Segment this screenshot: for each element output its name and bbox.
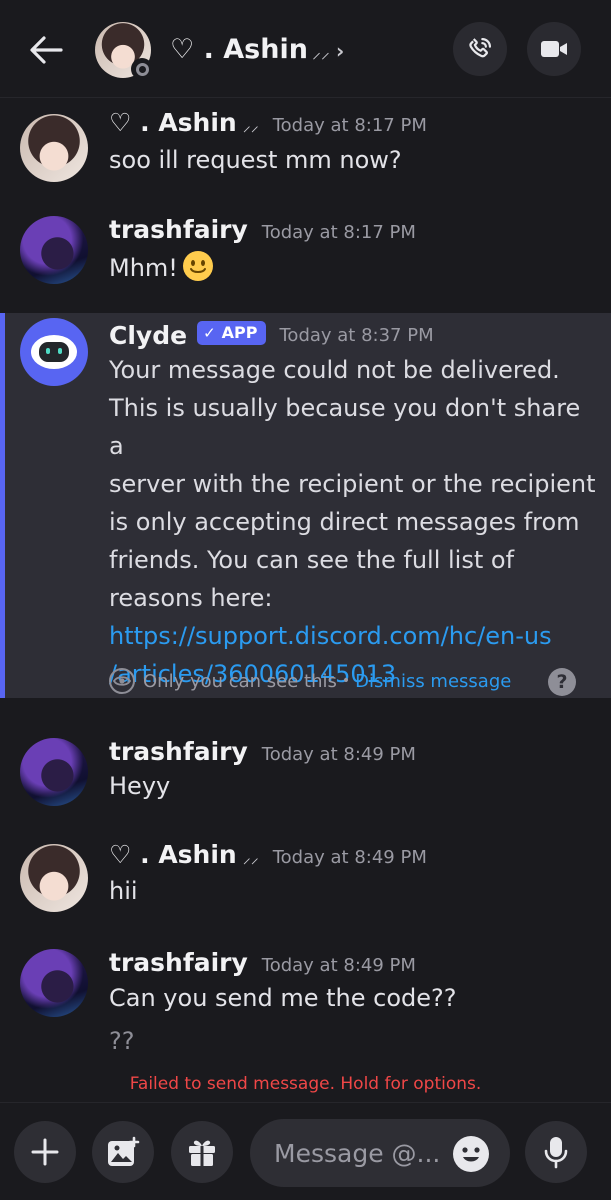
message-line: server with the recipient or the recipie… bbox=[109, 470, 596, 498]
failed-message-text[interactable]: ?? bbox=[109, 1022, 134, 1060]
avatar[interactable] bbox=[20, 949, 88, 1017]
message-input-placeholder: Message @... bbox=[274, 1139, 441, 1168]
username-ticks: ⸝⸝ bbox=[242, 116, 259, 135]
message-item[interactable]: ♡ . Ashin ⸝⸝ Today at 8:49 PM hii bbox=[0, 838, 611, 928]
timestamp: Today at 8:37 PM bbox=[279, 325, 434, 346]
username[interactable]: trashfairy bbox=[109, 948, 248, 977]
image-icon bbox=[108, 1136, 140, 1166]
message-text-content: Mhm! bbox=[109, 254, 178, 282]
message-item[interactable]: trashfairy Today at 8:17 PM Mhm! bbox=[0, 210, 611, 300]
image-button[interactable] bbox=[92, 1121, 154, 1183]
app-badge: ✓ APP bbox=[197, 320, 266, 345]
dm-title-ticks: ⸝⸝ bbox=[311, 42, 330, 63]
message-meta: ♡ . Ashin ⸝⸝ Today at 8:49 PM bbox=[109, 840, 427, 869]
clyde-avatar[interactable] bbox=[20, 318, 88, 386]
emoji-icon[interactable] bbox=[452, 1135, 490, 1173]
clyde-message-text: Your message could not be delivered. Thi… bbox=[109, 351, 599, 693]
back-arrow-icon bbox=[30, 36, 63, 64]
dm-title-name: ♡ . Ashin bbox=[170, 34, 308, 65]
message-text: hii bbox=[109, 877, 138, 905]
chat-header: ♡ . Ashin ⸝⸝ › bbox=[0, 0, 611, 98]
message-item[interactable]: trashfairy Today at 8:49 PM Heyy bbox=[0, 732, 611, 822]
only-you-text: Only you can see this bbox=[143, 670, 337, 692]
microphone-icon bbox=[544, 1137, 568, 1169]
avatar[interactable] bbox=[20, 114, 88, 182]
message-composer: Message @... bbox=[0, 1102, 611, 1200]
dm-title[interactable]: ♡ . Ashin ⸝⸝ › bbox=[170, 34, 344, 65]
message-meta: trashfairy Today at 8:17 PM bbox=[109, 215, 416, 244]
failed-send-notice[interactable]: Failed to send message. Hold for options… bbox=[0, 1074, 611, 1094]
message-meta: trashfairy Today at 8:49 PM bbox=[109, 737, 416, 766]
status-idle-icon bbox=[131, 58, 153, 80]
username[interactable]: ♡ . Ashin ⸝⸝ bbox=[109, 108, 259, 137]
avatar[interactable] bbox=[20, 216, 88, 284]
plus-icon bbox=[31, 1138, 59, 1166]
attach-button[interactable] bbox=[14, 1121, 76, 1183]
timestamp: Today at 8:49 PM bbox=[261, 955, 416, 976]
separator: • bbox=[341, 673, 351, 689]
message-meta: trashfairy Today at 8:49 PM bbox=[109, 948, 416, 977]
username[interactable]: Clyde bbox=[109, 321, 187, 350]
check-icon: ✓ bbox=[203, 323, 216, 342]
username[interactable]: trashfairy bbox=[109, 737, 248, 766]
chevron-right-icon: › bbox=[335, 39, 345, 63]
support-link-line: https://support.discord.com/hc/en-us bbox=[109, 622, 552, 650]
gift-button[interactable] bbox=[171, 1121, 233, 1183]
message-line: reasons here: bbox=[109, 584, 273, 612]
slightly-smiling-face-emoji bbox=[182, 251, 213, 281]
username[interactable]: trashfairy bbox=[109, 215, 248, 244]
voice-message-button[interactable] bbox=[525, 1121, 587, 1183]
timestamp: Today at 8:49 PM bbox=[261, 744, 416, 765]
message-meta: ♡ . Ashin ⸝⸝ Today at 8:17 PM bbox=[109, 108, 427, 137]
username-text: ♡ . Ashin bbox=[109, 108, 237, 137]
app-badge-label: APP bbox=[221, 323, 258, 342]
timestamp: Today at 8:17 PM bbox=[272, 115, 427, 136]
voice-call-button[interactable] bbox=[453, 22, 507, 76]
gift-icon bbox=[189, 1140, 215, 1166]
header-avatar[interactable] bbox=[95, 22, 153, 80]
message-text: Can you send me the code?? bbox=[109, 984, 457, 1012]
timestamp: Today at 8:17 PM bbox=[261, 222, 416, 243]
message-line: This is usually because you don't share … bbox=[109, 394, 581, 460]
message-item[interactable]: ♡ . Ashin ⸝⸝ Today at 8:17 PM soo ill req… bbox=[0, 108, 611, 198]
back-button[interactable] bbox=[26, 30, 66, 70]
message-item[interactable]: trashfairy Today at 8:49 PM Can you send… bbox=[0, 943, 611, 1063]
help-icon[interactable]: ? bbox=[548, 668, 576, 696]
clyde-system-message[interactable]: Clyde ✓ APP Today at 8:37 PM Your message… bbox=[0, 313, 611, 698]
ephemeral-notice: Only you can see this • Dismiss message bbox=[109, 668, 511, 694]
avatar[interactable] bbox=[20, 738, 88, 806]
message-line: is only accepting direct messages from bbox=[109, 508, 580, 536]
avatar[interactable] bbox=[20, 844, 88, 912]
video-camera-icon bbox=[541, 41, 567, 57]
message-meta: Clyde ✓ APP Today at 8:37 PM bbox=[109, 320, 434, 350]
message-line: Your message could not be delivered. bbox=[109, 356, 560, 384]
message-text: soo ill request mm now? bbox=[109, 146, 402, 174]
phone-call-icon bbox=[469, 37, 492, 58]
username-text: ♡ . Ashin bbox=[109, 840, 237, 869]
message-input[interactable]: Message @... bbox=[250, 1119, 510, 1187]
video-call-button[interactable] bbox=[527, 22, 581, 76]
message-line: friends. You can see the full list of bbox=[109, 546, 515, 574]
message-text: Heyy bbox=[109, 772, 171, 800]
username-ticks: ⸝⸝ bbox=[242, 848, 259, 867]
timestamp: Today at 8:49 PM bbox=[272, 847, 427, 868]
clyde-robot-icon bbox=[31, 335, 77, 369]
message-text: Mhm! bbox=[109, 249, 214, 287]
eye-icon bbox=[109, 668, 135, 694]
dismiss-message-link[interactable]: Dismiss message bbox=[355, 671, 511, 692]
username[interactable]: ♡ . Ashin ⸝⸝ bbox=[109, 840, 259, 869]
